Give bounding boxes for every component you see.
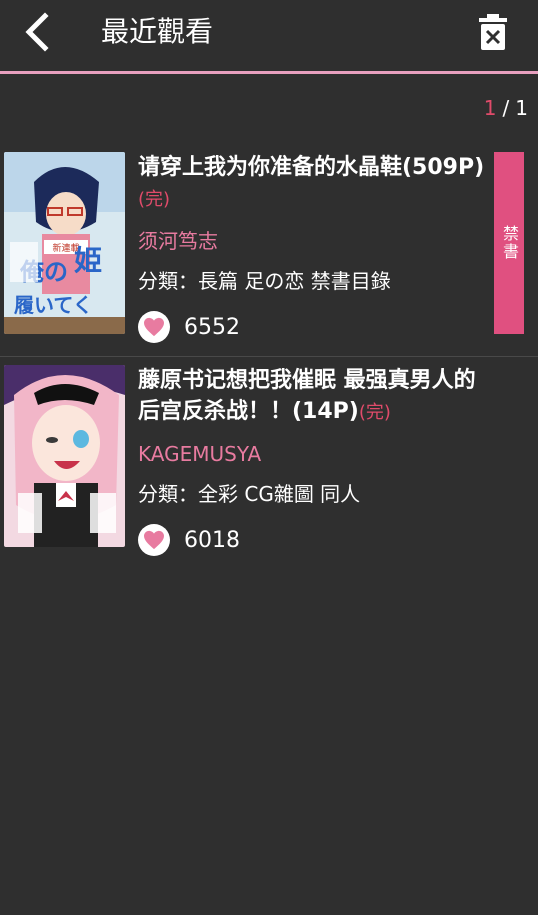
- current-page: 1: [483, 96, 497, 120]
- heart-icon: [144, 317, 164, 337]
- likes-row: 6018: [138, 524, 488, 556]
- category: 分類：全彩 CG雜圖 同人: [138, 480, 488, 508]
- like-count: 6018: [184, 527, 240, 553]
- page-title: 最近觀看: [101, 15, 214, 48]
- book-title[interactable]: 请穿上我为你准备的水晶鞋(509P) (完): [138, 152, 488, 215]
- like-button[interactable]: [138, 311, 170, 343]
- list-item[interactable]: 新連載 俺の 姫 履いてく 请穿上我为你准备的水晶鞋(509P) (完) 须河笃志…: [0, 144, 538, 356]
- likes-row: 6552: [138, 311, 488, 343]
- category-label: 分類：: [138, 269, 198, 293]
- cover-image[interactable]: 新連載 俺の 姫 履いてく: [4, 152, 125, 334]
- book-title[interactable]: 藤原书记想把我催眠 最强真男人的后宫反杀战！！(14P)(完): [138, 365, 488, 428]
- cover-image[interactable]: [4, 365, 125, 547]
- list-item[interactable]: 藤原书记想把我催眠 最强真男人的后宫反杀战！！(14P)(完) KAGEMUSY…: [0, 356, 538, 569]
- manga-cover-icon: [4, 365, 125, 547]
- top-bar: 最近觀看: [0, 0, 538, 72]
- back-button[interactable]: [14, 10, 58, 54]
- category-value: 長篇 足の恋 禁書目錄: [198, 269, 391, 293]
- status-badge: (完): [358, 402, 391, 423]
- history-list: 新連載 俺の 姫 履いてく 请穿上我为你准备的水晶鞋(509P) (完) 须河笃志…: [0, 144, 538, 569]
- heart-icon: [144, 530, 164, 550]
- trash-icon: [479, 14, 507, 50]
- manga-cover-icon: 新連載 俺の 姫 履いてく: [4, 152, 125, 334]
- category: 分類：長篇 足の恋 禁書目錄: [138, 267, 488, 295]
- book-title-text: 藤原书记想把我催眠 最强真男人的后宫反杀战！！(14P): [138, 368, 476, 424]
- tag-badge[interactable]: 禁書: [494, 152, 524, 334]
- svg-text:履いてく: 履いてく: [14, 293, 93, 317]
- total-pages: 1: [515, 96, 528, 120]
- category-label: 分類：: [138, 482, 198, 506]
- like-count: 6552: [184, 314, 240, 340]
- chevron-left-icon: [25, 12, 49, 52]
- author-link[interactable]: KAGEMUSYA: [138, 440, 488, 468]
- delete-button[interactable]: [471, 10, 515, 54]
- like-button[interactable]: [138, 524, 170, 556]
- author-link[interactable]: 须河笃志: [138, 227, 488, 255]
- category-value: 全彩 CG雜圖 同人: [198, 482, 361, 506]
- status-badge: (完): [138, 189, 171, 210]
- svg-text:姫: 姫: [74, 244, 102, 277]
- header-divider: [0, 71, 538, 74]
- pager: 1/1: [484, 96, 528, 120]
- page-separator: /: [502, 96, 510, 120]
- book-title-text: 请穿上我为你准备的水晶鞋(509P): [138, 155, 485, 180]
